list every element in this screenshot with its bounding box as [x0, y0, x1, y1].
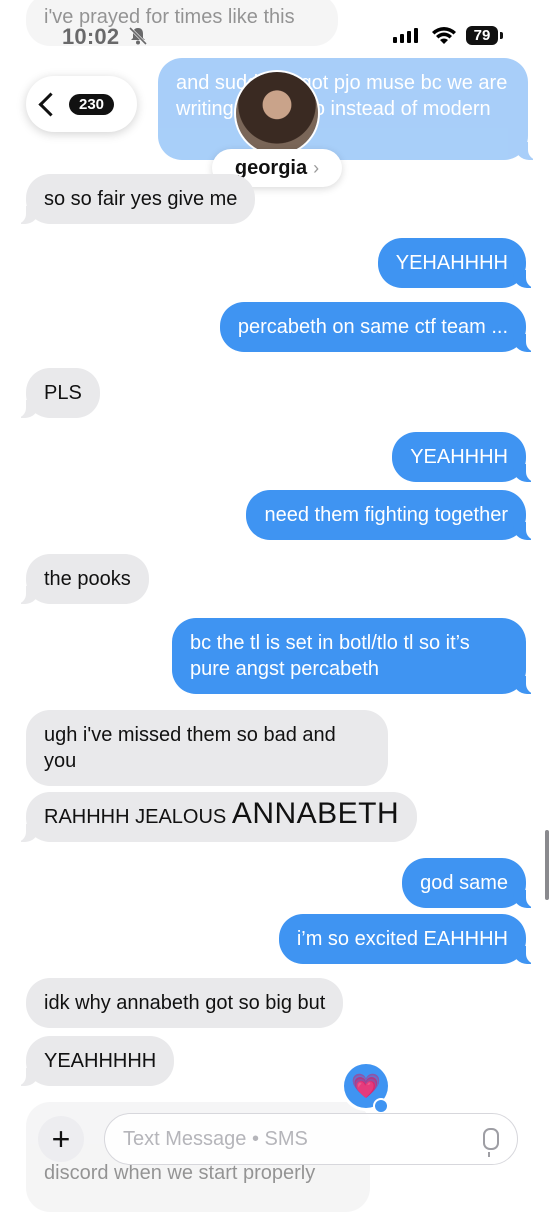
message-incoming: RAHHHH JEALOUS ANNABETH	[15, 792, 418, 842]
cellular-signal-icon	[393, 28, 418, 43]
message-incoming: PLS	[16, 368, 100, 418]
message-incoming: idk why annabeth got so big but	[26, 978, 344, 1028]
contact-avatar[interactable]	[236, 72, 318, 154]
message-outgoing: i’m so excited EAHHHH	[278, 914, 537, 964]
microphone-icon[interactable]	[483, 1128, 499, 1157]
message-incoming: so so fair yes give me	[15, 174, 256, 224]
battery-cap	[500, 32, 503, 39]
message-outgoing: god same	[402, 858, 536, 908]
message-input[interactable]: Text Message • SMS	[104, 1113, 518, 1165]
plus-button[interactable]: +	[38, 1116, 84, 1162]
message-outgoing: percabeth on same ctf team ...	[219, 302, 537, 352]
message-outgoing: and suddenly got pjo muse bc we are writ…	[158, 58, 538, 160]
chevron-right-icon: ›	[313, 157, 320, 178]
message-outgoing: bc the tl is set in botl/tlo tl so it’s …	[172, 618, 536, 694]
back-button[interactable]: 230	[26, 76, 137, 132]
chevron-left-icon	[38, 91, 63, 117]
message-incoming: ugh i've missed them so bad and you	[26, 710, 388, 786]
message-incoming: YEAHHHHH	[15, 1036, 175, 1086]
message-outgoing: need them fighting together	[246, 490, 536, 540]
message-text: RAHHHH JEALOUS	[44, 806, 232, 828]
message-outgoing: YEAHHHH	[392, 432, 536, 482]
message-outgoing: YEHAHHHH	[377, 238, 537, 288]
message-incoming: the pooks	[16, 554, 149, 604]
reaction-tail	[375, 1100, 387, 1112]
battery-indicator: 79	[466, 26, 498, 45]
message-incoming: i've prayed for times like this	[26, 0, 338, 46]
contact-name: georgia	[234, 156, 308, 179]
message-text-large: ANNABETH	[231, 797, 400, 830]
wifi-icon	[432, 27, 456, 44]
message-input-placeholder: Text Message • SMS	[123, 1127, 308, 1150]
unread-count-badge: 230	[69, 93, 115, 115]
scrollbar[interactable]	[545, 830, 549, 900]
